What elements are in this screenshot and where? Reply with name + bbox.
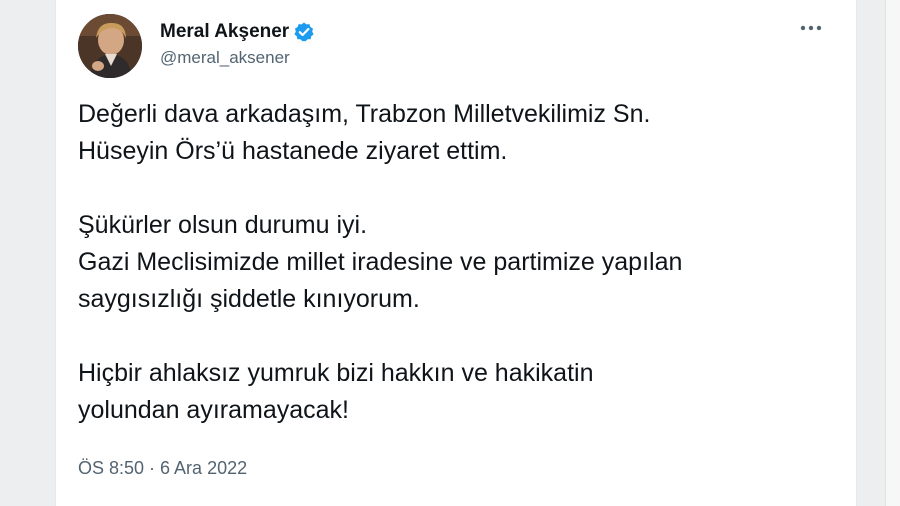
verified-badge-icon [293, 21, 315, 43]
tweet-line: Hiçbir ahlaksız yumruk bizi hakkın ve ha… [78, 359, 594, 387]
tweet-line: Gazi Meclisimizde millet iradesine ve pa… [78, 248, 683, 276]
tweet-line: Değerli dava arkadaşım, Trabzon Milletve… [78, 100, 651, 128]
screenshot-page: Meral Akşener @meral_aksener Değerli dav… [0, 0, 900, 506]
name-row: Meral Akşener [160, 20, 315, 44]
tweet-body: Değerli dava arkadaşım, Trabzon Milletve… [78, 96, 838, 429]
more-options-icon[interactable] [794, 16, 828, 40]
profile-avatar[interactable] [78, 14, 142, 78]
tweet-line: Şükürler olsun durumu iyi. [78, 211, 368, 239]
avatar-image [78, 14, 142, 78]
tweet-line: Hüseyin Örs’ü hastanede ziyaret ettim. [78, 137, 508, 165]
user-info: Meral Akşener @meral_aksener [160, 20, 315, 68]
author-handle[interactable]: @meral_aksener [160, 48, 315, 68]
tweet-card: Meral Akşener @meral_aksener Değerli dav… [55, 0, 857, 506]
tweet-line: saygısızlığı şiddetle kınıyorum. [78, 285, 420, 313]
tweet-line: yolundan ayıramayacak! [78, 396, 349, 424]
tweet-header: Meral Akşener @meral_aksener [78, 14, 828, 80]
author-name[interactable]: Meral Akşener [160, 21, 289, 43]
right-edge-panel [885, 0, 900, 506]
tweet-timestamp[interactable]: ÖS 8:50 · 6 Ara 2022 [78, 458, 247, 479]
